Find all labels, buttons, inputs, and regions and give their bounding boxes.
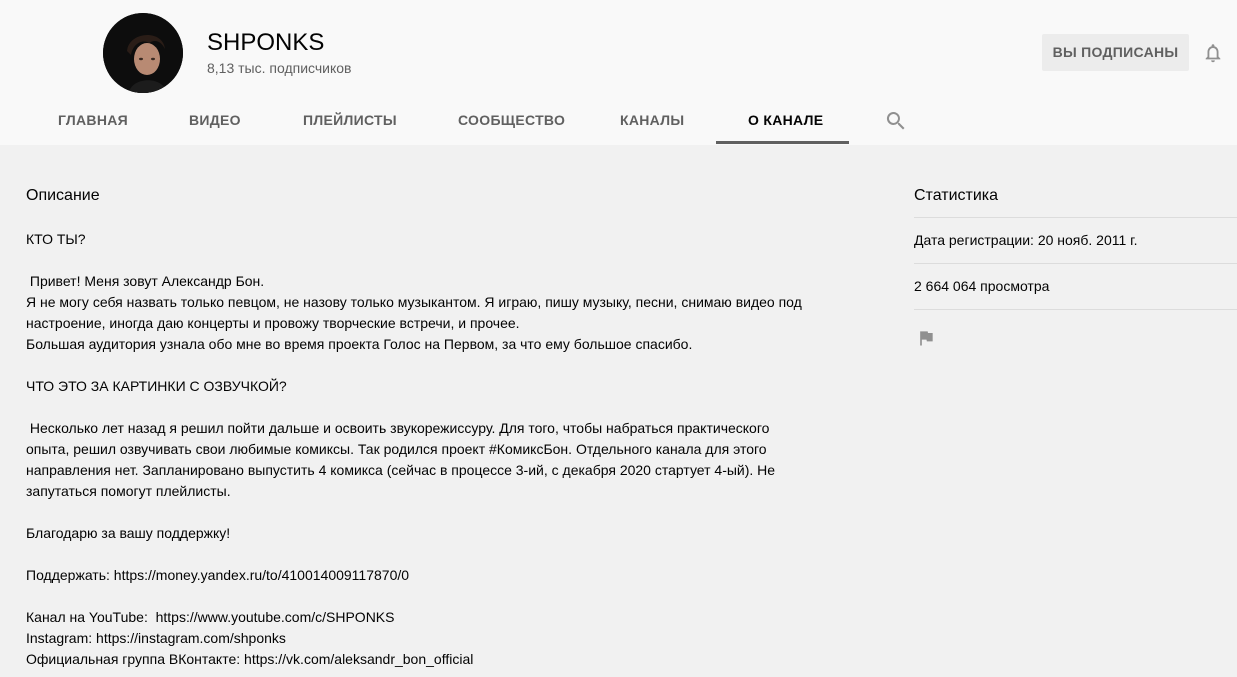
tab-community[interactable]: СООБЩЕСТВО [458,111,565,145]
registration-date: Дата регистрации: 20 нояб. 2011 г. [914,232,1138,248]
description-line[interactable]: Канал на YouTube: https://www.youtube.co… [26,607,846,628]
description-line: Несколько лет назад я решил пойти дальше… [26,420,770,436]
tab-home[interactable]: ГЛАВНАЯ [58,111,128,145]
tab-about[interactable]: О КАНАЛЕ [748,111,823,145]
tab-playlists[interactable]: ПЛЕЙЛИСТЫ [303,111,397,145]
description-line: Привет! Меня зовут Александр Бон. [26,273,265,289]
description-heading: Описание [26,187,100,204]
description-line: запутаться помогут плейлисты. [26,483,231,499]
tab-channels[interactable]: КАНАЛЫ [620,111,684,145]
flag-icon[interactable] [916,328,936,348]
description-line: Благодарю за вашу поддержку! [26,525,231,541]
description-line: опыта, решил озвучивать свои любимые ком… [26,441,767,457]
description-line [26,544,846,565]
stats-divider [914,217,1237,218]
description-line: настроение, иногда даю концерты и провож… [26,315,520,331]
description-line[interactable]: Официальная группа ВКонтакте: https://vk… [26,649,846,670]
description-line[interactable]: Instagram: https://instagram.com/shponks [26,628,846,649]
channel-avatar[interactable] [103,13,183,93]
subscriber-count: 8,13 тыс. подписчиков [207,60,352,76]
description-line[interactable]: Поддержать: https://money.yandex.ru/to/4… [26,565,846,586]
description-text: КТО ТЫ? Привет! Меня зовут Александр Бон… [26,229,846,670]
description-line [26,586,846,607]
channel-header: SHPONKS 8,13 тыс. подписчиков ВЫ ПОДПИСА… [0,0,1237,145]
description-line: Я не могу себя назвать только певцом, не… [26,294,802,310]
tab-videos[interactable]: ВИДЕО [189,111,241,145]
bell-icon[interactable] [1202,42,1224,64]
description-line [26,502,846,523]
description-line [26,397,846,418]
description-line: Большая аудитория узнала обо мне во врем… [26,336,693,352]
stats-heading: Статистика [914,187,999,204]
view-count: 2 664 064 просмотра [914,278,1050,294]
description-line [26,250,846,271]
stats-divider [914,309,1237,310]
description-line: ЧТО ЭТО ЗА КАРТИНКИ С ОЗВУЧКОЙ? [26,378,287,394]
stats-divider [914,263,1237,264]
description-line: КТО ТЫ? [26,231,86,247]
search-icon[interactable] [884,109,908,133]
channel-name: SHPONKS [207,29,325,56]
description-line: направления нет. Запланировано выпустить… [26,462,776,478]
avatar-image [103,13,183,93]
description-line [26,355,846,376]
subscribed-button[interactable]: ВЫ ПОДПИСАНЫ [1042,34,1189,71]
active-tab-indicator [716,141,849,144]
